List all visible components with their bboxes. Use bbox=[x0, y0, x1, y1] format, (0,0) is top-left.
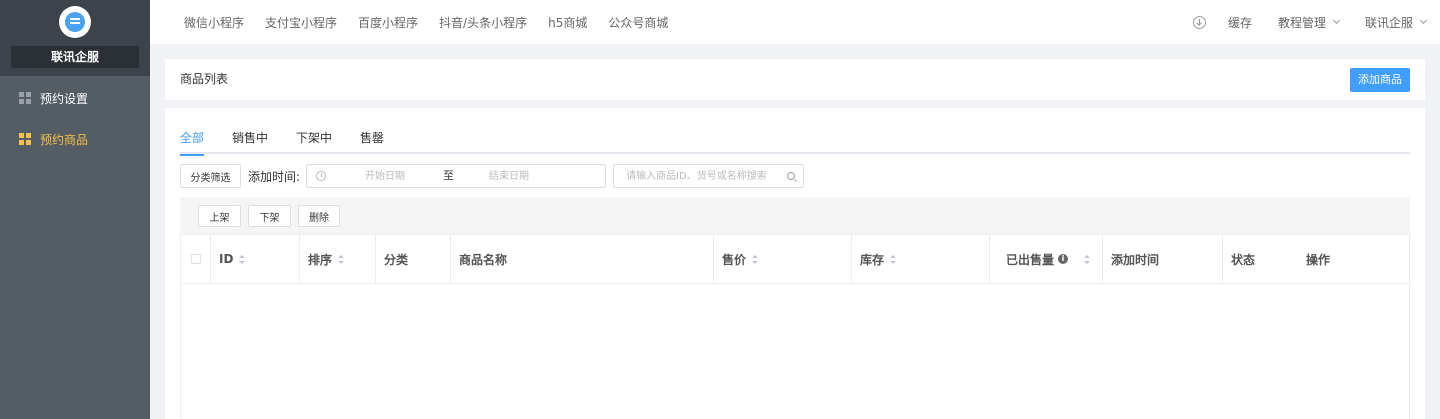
column-label: 操作 bbox=[1306, 252, 1331, 267]
column-price[interactable]: 售价 bbox=[714, 235, 852, 283]
nav-baidu-miniprogram[interactable]: 百度小程序 bbox=[358, 14, 418, 31]
start-date-input[interactable] bbox=[335, 166, 436, 186]
tab-sold-out[interactable]: 售罄 bbox=[360, 124, 384, 154]
column-category: 分类 bbox=[376, 235, 451, 283]
column-label: 商品名称 bbox=[459, 252, 508, 267]
page-title: 商品列表 bbox=[180, 72, 229, 86]
sidebar-item-booking-settings[interactable]: 预约设置 bbox=[0, 78, 150, 118]
sort-icon[interactable] bbox=[1084, 254, 1091, 264]
column-sold[interactable]: 已出售量 i bbox=[990, 235, 1103, 283]
sidebar: 联讯企服 预约设置 预约商品 bbox=[0, 0, 150, 419]
sort-icon[interactable] bbox=[752, 254, 759, 264]
add-time-label: 添加时间: bbox=[248, 169, 301, 184]
nav-alipay-miniprogram[interactable]: 支付宝小程序 bbox=[265, 14, 337, 31]
column-add-time: 添加时间 bbox=[1103, 235, 1223, 283]
sort-icon[interactable] bbox=[890, 254, 897, 264]
table-header: ID 排序 分类 商品名称 售价 库存 已出售量 i 添加时间 状态 操作 bbox=[181, 235, 1409, 284]
select-all-checkbox[interactable] bbox=[190, 254, 201, 264]
column-label: ID bbox=[219, 252, 234, 266]
tutorial-label: 教程管理 bbox=[1277, 15, 1326, 30]
product-table: ID 排序 分类 商品名称 售价 库存 已出售量 i 添加时间 状态 操作 bbox=[180, 234, 1410, 419]
sort-icon[interactable] bbox=[239, 254, 246, 264]
column-actions: 操作 bbox=[1298, 235, 1408, 283]
sidebar-item-label: 预约设置 bbox=[40, 91, 89, 106]
column-label: 售价 bbox=[722, 252, 747, 267]
sidebar-header: 联讯企服 bbox=[0, 0, 150, 76]
header-actions: 缓存 教程管理 联讯企服 bbox=[1192, 0, 1428, 44]
filter-row: 分类筛选 添加时间: 至 bbox=[180, 164, 805, 188]
search-icon[interactable] bbox=[787, 172, 796, 180]
top-header: 微信小程序 支付宝小程序 百度小程序 抖音/头条小程序 h5商城 公众号商城 缓… bbox=[150, 0, 1440, 44]
sort-icon[interactable] bbox=[338, 254, 345, 264]
end-date-input[interactable] bbox=[459, 166, 560, 186]
column-label: 状态 bbox=[1231, 252, 1256, 267]
column-label: 已出售量 bbox=[1006, 252, 1055, 267]
column-label: 库存 bbox=[860, 252, 885, 267]
nav-wechat-miniprogram[interactable]: 微信小程序 bbox=[184, 14, 244, 31]
bulk-actions-bar: 上架 下架 删除 bbox=[180, 197, 1410, 235]
nav-douyin-miniprogram[interactable]: 抖音/头条小程序 bbox=[439, 14, 527, 31]
chevron-down-icon bbox=[1332, 16, 1341, 25]
tab-off-shelf[interactable]: 下架中 bbox=[296, 124, 332, 154]
download-icon[interactable] bbox=[1192, 15, 1206, 29]
cache-button[interactable]: 缓存 bbox=[1228, 14, 1252, 31]
top-nav: 微信小程序 支付宝小程序 百度小程序 抖音/头条小程序 h5商城 公众号商城 bbox=[184, 0, 689, 44]
column-label: 排序 bbox=[308, 252, 333, 267]
sidebar-item-booking-products[interactable]: 预约商品 bbox=[0, 119, 150, 159]
column-label: 分类 bbox=[384, 252, 409, 267]
column-id[interactable]: ID bbox=[211, 235, 300, 283]
select-all-cell bbox=[181, 235, 211, 283]
tab-all[interactable]: 全部 bbox=[180, 124, 205, 156]
tab-on-sale[interactable]: 销售中 bbox=[232, 124, 268, 154]
search-box bbox=[613, 164, 805, 188]
user-name: 联讯企服 bbox=[1364, 15, 1413, 30]
column-stock[interactable]: 库存 bbox=[852, 235, 990, 283]
grid-icon bbox=[19, 92, 31, 104]
category-filter-button[interactable]: 分类筛选 bbox=[180, 164, 241, 188]
title-card: 商品列表 添加商品 bbox=[165, 59, 1425, 100]
nav-official-account-mall[interactable]: 公众号商城 bbox=[608, 14, 668, 31]
brand-name: 联讯企服 bbox=[11, 46, 139, 68]
range-separator: 至 bbox=[443, 169, 455, 182]
user-menu[interactable]: 联讯企服 bbox=[1364, 14, 1428, 31]
column-label: 添加时间 bbox=[1111, 252, 1160, 267]
clock-icon bbox=[316, 171, 327, 181]
tutorial-menu[interactable]: 教程管理 bbox=[1277, 14, 1341, 31]
logo bbox=[59, 6, 91, 38]
info-icon[interactable]: i bbox=[1058, 254, 1069, 264]
sidebar-item-label: 预约商品 bbox=[40, 132, 89, 147]
date-range-picker[interactable]: 至 bbox=[306, 164, 607, 188]
list-on-shelf-button[interactable]: 上架 bbox=[198, 205, 241, 227]
nav-h5-mall[interactable]: h5商城 bbox=[548, 14, 587, 31]
product-list-panel: 全部 销售中 下架中 售罄 分类筛选 添加时间: 至 上架 下架 删除 ID bbox=[165, 108, 1425, 419]
chevron-down-icon bbox=[1419, 16, 1428, 25]
column-product-name: 商品名称 bbox=[451, 235, 714, 283]
grid-icon bbox=[19, 133, 31, 145]
status-tabs: 全部 销售中 下架中 售罄 bbox=[180, 124, 1410, 156]
column-sort-order[interactable]: 排序 bbox=[300, 235, 376, 283]
column-status: 状态 bbox=[1223, 235, 1298, 283]
take-off-shelf-button[interactable]: 下架 bbox=[248, 205, 291, 227]
search-input[interactable] bbox=[614, 165, 780, 187]
add-product-button[interactable]: 添加商品 bbox=[1350, 68, 1410, 92]
logo-icon bbox=[65, 12, 85, 32]
delete-button[interactable]: 删除 bbox=[298, 205, 340, 227]
